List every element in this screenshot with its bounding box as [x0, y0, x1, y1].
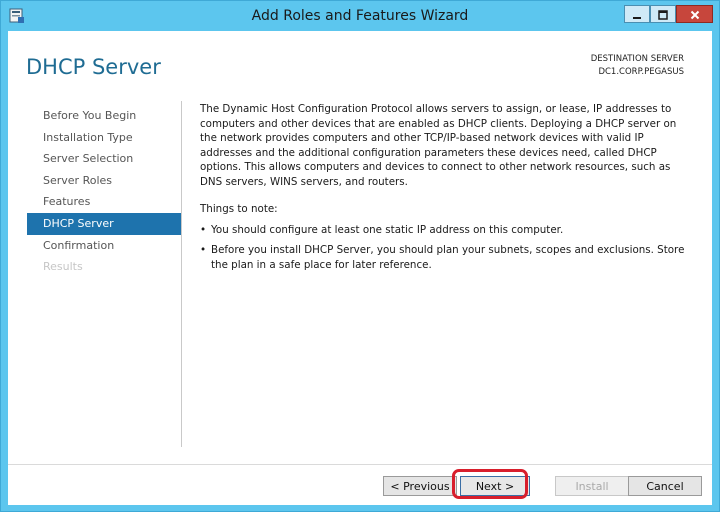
- note-item: • You should configure at least one stat…: [200, 223, 695, 238]
- previous-button[interactable]: < Previous: [383, 476, 457, 496]
- maximize-button[interactable]: [650, 5, 676, 23]
- wizard-client-area: DHCP Server DESTINATION SERVER DC1.CORP.…: [8, 31, 712, 505]
- note-item: • Before you install DHCP Server, you sh…: [200, 243, 695, 272]
- minimize-button[interactable]: [624, 5, 650, 23]
- footer-divider: [8, 464, 712, 465]
- title-bar[interactable]: Add Roles and Features Wizard: [1, 1, 719, 31]
- nav-item-installation-type[interactable]: Installation Type: [27, 127, 181, 149]
- note-text: You should configure at least one static…: [211, 223, 564, 236]
- nav-item-server-selection[interactable]: Server Selection: [27, 148, 181, 170]
- destination-label: DESTINATION SERVER: [590, 54, 684, 64]
- destination-value: DC1.CORP.PEGASUS: [598, 67, 684, 77]
- nav-item-results: Results: [43, 260, 83, 274]
- wizard-window: Add Roles and Features Wizard DHCP Serve…: [0, 0, 720, 512]
- window-title: Add Roles and Features Wizard: [251, 8, 469, 24]
- nav-item-server-roles[interactable]: Server Roles: [27, 170, 181, 192]
- wizard-steps-nav: Before You Begin Installation Type Serve…: [27, 105, 181, 278]
- page-title: DHCP Server: [26, 55, 161, 79]
- next-button[interactable]: Next >: [460, 476, 530, 496]
- intro-paragraph: The Dynamic Host Configuration Protocol …: [200, 103, 677, 188]
- nav-item-features[interactable]: Features: [27, 191, 181, 213]
- bullet-icon: •: [200, 223, 207, 236]
- page-content: The Dynamic Host Configuration Protocol …: [200, 102, 695, 272]
- minimize-icon: [632, 5, 642, 24]
- notes-heading: Things to note:: [200, 203, 278, 215]
- close-button[interactable]: [676, 5, 713, 23]
- nav-item-dhcp-server[interactable]: DHCP Server: [27, 212, 181, 235]
- cancel-button[interactable]: Cancel: [628, 476, 702, 496]
- destination-server: DESTINATION SERVER DC1.CORP.PEGASUS: [591, 53, 684, 79]
- nav-item-confirmation[interactable]: Confirmation: [27, 235, 181, 257]
- bullet-icon: •: [200, 244, 207, 256]
- note-text: Before you install DHCP Server, you shou…: [211, 244, 685, 271]
- nav-item-before-you-begin[interactable]: Before You Begin: [27, 105, 181, 127]
- nav-divider: [181, 101, 182, 447]
- maximize-icon: [658, 5, 668, 24]
- close-icon: [690, 5, 700, 24]
- install-button: Install: [555, 476, 629, 496]
